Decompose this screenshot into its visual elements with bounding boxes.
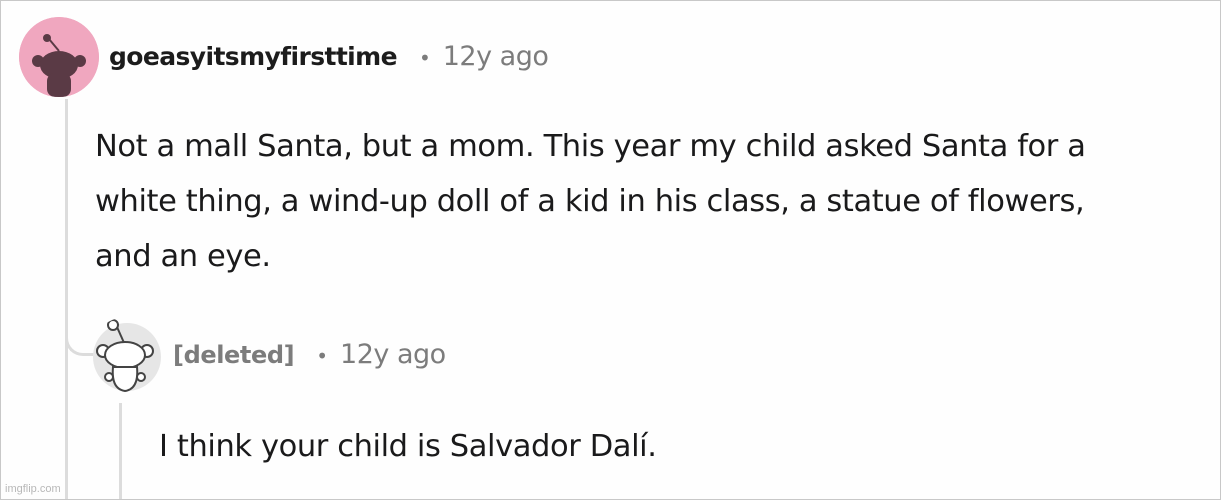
comment-body: Not a mall Santa, but a mom. This year m… bbox=[95, 119, 1205, 284]
reply-timestamp[interactable]: 12y ago bbox=[340, 339, 446, 370]
snoo-avatar-icon bbox=[93, 319, 161, 393]
user-avatar[interactable] bbox=[19, 17, 99, 97]
comment-thread: goeasyitsmyfirsttime • 12y ago Not a mal… bbox=[0, 0, 1221, 500]
username-link[interactable]: goeasyitsmyfirsttime bbox=[109, 42, 398, 71]
comment-timestamp[interactable]: 12y ago bbox=[443, 41, 549, 72]
reply-header: [deleted] • 12y ago bbox=[173, 339, 446, 370]
snoo-avatar-icon bbox=[19, 17, 99, 97]
comment-line: Not a mall Santa, but a mom. This year m… bbox=[95, 129, 1086, 164]
comment-header: goeasyitsmyfirsttime • 12y ago bbox=[109, 41, 549, 72]
comment-line: white thing, a wind-up doll of a kid in … bbox=[95, 184, 1085, 219]
thread-line[interactable] bbox=[65, 99, 68, 499]
separator-dot: • bbox=[316, 344, 329, 368]
reply-thread-line[interactable] bbox=[119, 403, 122, 499]
comment-line: I think your child is Salvador Dalí. bbox=[159, 429, 657, 464]
comment-line: and an eye. bbox=[95, 239, 271, 274]
deleted-username: [deleted] bbox=[173, 341, 295, 369]
reply-body: I think your child is Salvador Dalí. bbox=[159, 419, 1199, 474]
watermark: imgflip.com bbox=[5, 483, 61, 495]
separator-dot: • bbox=[418, 46, 431, 70]
deleted-user-avatar bbox=[89, 317, 165, 393]
